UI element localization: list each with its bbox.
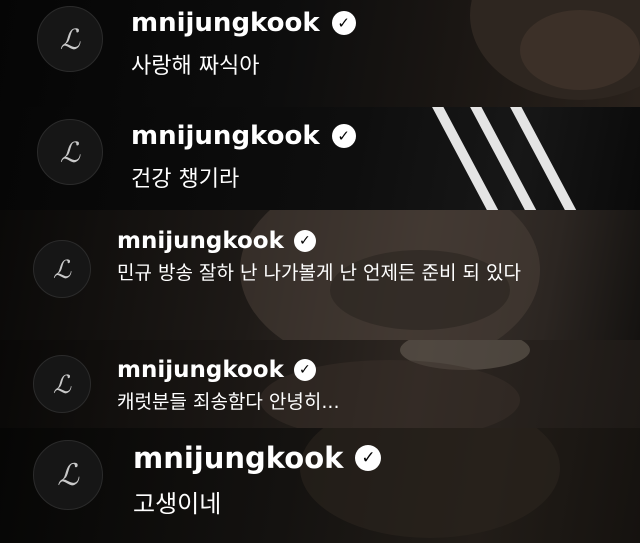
username[interactable]: mnijungkook [117,357,284,383]
username[interactable]: mnijungkook [117,228,284,254]
avatar[interactable]: ℒ [37,119,103,185]
hoodie-stripe [427,107,507,210]
verified-check-icon: ✓ [331,11,356,35]
username[interactable]: mnijungkook [133,441,343,475]
avatar[interactable]: ℒ [33,440,103,510]
verified-check-icon: ✓ [293,229,316,252]
username[interactable]: mnijungkook [131,8,320,38]
live-comment: ℒ mnijungkook ✓ 사랑해 짜식아 [37,6,356,80]
live-comment: ℒ mnijungkook ✓ 건강 챙기라 [37,119,356,193]
comment-message: 건강 챙기라 [131,167,240,192]
comment-message: 민규 방송 잘하 난 나가볼게 난 언제든 준비 되 있다 [117,262,521,284]
username[interactable]: mnijungkook [131,121,320,151]
hoodie-stripe [465,107,545,210]
verified-check-icon: ✓ [355,445,382,471]
comment-message: 사랑해 짜식아 [131,54,260,79]
chin-highlight [520,10,640,90]
verified-check-icon: ✓ [293,358,316,381]
live-comment: ℒ mnijungkook ✓ 민규 방송 잘하 난 나가볼게 난 언제든 준비 … [33,226,617,298]
verified-check-icon: ✓ [331,124,356,148]
comment-message: 캐럿분들 죄송함다 안녕히... [117,391,340,413]
live-comment: ℒ mnijungkook ✓ 캐럿분들 죄송함다 안녕히... [33,355,617,416]
avatar-logo: ℒ [59,22,81,56]
avatar[interactable]: ℒ [37,6,103,72]
avatar-logo: ℒ [59,135,81,169]
comment-message: 고생이네 [133,490,222,518]
live-comment: ℒ mnijungkook ✓ 고생이네 [33,440,382,519]
avatar[interactable]: ℒ [33,355,91,413]
avatar-logo: ℒ [52,254,71,284]
avatar-logo: ℒ [57,457,79,493]
avatar[interactable]: ℒ [33,240,91,298]
avatar-logo: ℒ [52,369,71,399]
